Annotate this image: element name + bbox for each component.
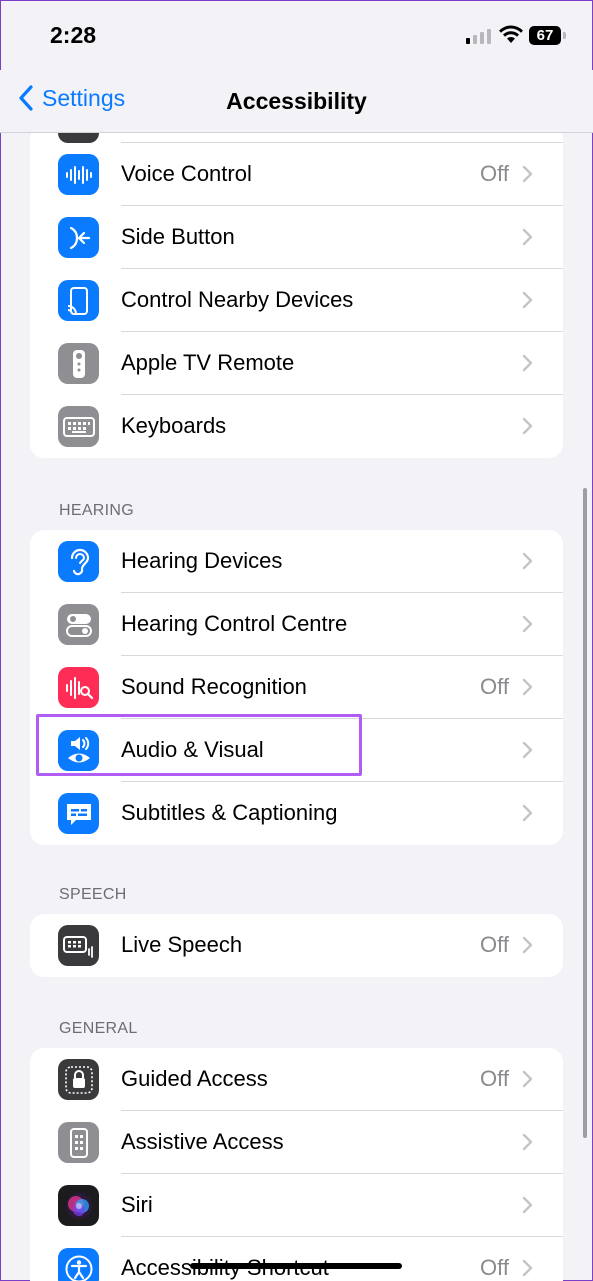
- accessibility-icon: [58, 1248, 99, 1281]
- siri-icon: [58, 1185, 99, 1226]
- row-label: Subtitles & Captioning: [121, 800, 338, 825]
- chevron-right-icon: [522, 1133, 533, 1151]
- chevron-right-icon: [522, 1259, 533, 1277]
- chevron-right-icon: [522, 417, 533, 435]
- hearing-group: Hearing Devices Hearing Control Centre S…: [30, 530, 563, 845]
- row-value: Off: [480, 1255, 509, 1280]
- battery-cap: [563, 32, 566, 39]
- list-item-side-button[interactable]: Side Button: [30, 206, 563, 269]
- list-item-assistive-access[interactable]: Assistive Access: [30, 1111, 563, 1174]
- battery-indicator: 67: [529, 26, 561, 45]
- row-label: Assistive Access: [121, 1129, 284, 1154]
- sound-recognition-icon: [58, 667, 99, 708]
- row-value: Off: [480, 1066, 509, 1091]
- chevron-right-icon: [522, 228, 533, 246]
- audio-visual-icon: [58, 730, 99, 771]
- keyboard-icon: [58, 406, 99, 447]
- captions-icon: [58, 793, 99, 834]
- page-title: Accessibility: [226, 88, 367, 114]
- chevron-right-icon: [522, 552, 533, 570]
- section-header-speech: SPEECH: [59, 886, 127, 903]
- row-label: Side Button: [121, 224, 235, 249]
- row-label: Guided Access: [121, 1066, 268, 1091]
- settings-list[interactable]: Voice Control Off Side Button Control Ne…: [0, 133, 593, 1281]
- chevron-right-icon: [522, 615, 533, 633]
- assistive-access-icon: [58, 1122, 99, 1163]
- row-label: Apple TV Remote: [121, 350, 295, 375]
- chevron-right-icon: [522, 804, 533, 822]
- scrollbar[interactable]: [583, 488, 587, 1138]
- section-header-general: GENERAL: [59, 1020, 138, 1037]
- chevron-right-icon: [522, 936, 533, 954]
- ear-icon: [58, 541, 99, 582]
- row-label: Keyboards: [121, 413, 227, 438]
- section-header-hearing: HEARING: [59, 502, 134, 519]
- home-indicator[interactable]: [190, 1263, 402, 1269]
- chevron-right-icon: [522, 1196, 533, 1214]
- side-button-icon: [58, 217, 99, 258]
- row-label: Siri: [121, 1192, 153, 1217]
- speech-group: Live Speech Off: [30, 914, 563, 977]
- row-value: Off: [480, 932, 509, 957]
- list-item-accessibility-shortcut[interactable]: Accessibility Shortcut Off: [30, 1237, 563, 1281]
- row-label: Control Nearby Devices: [121, 287, 354, 312]
- list-item-voice-control[interactable]: Voice Control Off: [30, 143, 563, 206]
- list-item-hearing-devices[interactable]: Hearing Devices: [30, 530, 563, 593]
- row-label: Voice Control: [121, 161, 252, 186]
- list-item-control-nearby-devices[interactable]: Control Nearby Devices: [30, 269, 563, 332]
- status-time: 2:28: [50, 22, 97, 48]
- row-label: Hearing Devices: [121, 548, 283, 573]
- wifi-icon: [499, 25, 523, 43]
- partial-row-icon: [58, 133, 99, 143]
- navigation-bar: Settings Accessibility: [0, 70, 593, 133]
- chevron-right-icon: [522, 291, 533, 309]
- list-item-audio-visual[interactable]: Audio & Visual: [30, 719, 563, 782]
- chevron-right-icon: [522, 165, 533, 183]
- lock-icon: [58, 1059, 99, 1100]
- row-value: Off: [480, 674, 509, 699]
- list-item-subtitles-captioning[interactable]: Subtitles & Captioning: [30, 782, 563, 845]
- list-item-live-speech[interactable]: Live Speech Off: [30, 914, 563, 977]
- row-label: Live Speech: [121, 932, 243, 957]
- list-item-hearing-control-centre[interactable]: Hearing Control Centre: [30, 593, 563, 656]
- row-label: Sound Recognition: [121, 674, 307, 699]
- list-item-sound-recognition[interactable]: Sound Recognition Off: [30, 656, 563, 719]
- row-value: Off: [480, 161, 509, 186]
- tv-remote-icon: [58, 343, 99, 384]
- chevron-right-icon: [522, 741, 533, 759]
- list-item-guided-access[interactable]: Guided Access Off: [30, 1048, 563, 1111]
- interaction-group: Voice Control Off Side Button Control Ne…: [30, 133, 563, 458]
- general-group: Guided Access Off Assistive Access Siri: [30, 1048, 563, 1281]
- list-item-siri[interactable]: Siri: [30, 1174, 563, 1237]
- list-item-apple-tv-remote[interactable]: Apple TV Remote: [30, 332, 563, 395]
- cellular-signal-icon: [466, 28, 491, 44]
- toggles-icon: [58, 604, 99, 645]
- voice-control-icon: [58, 154, 99, 195]
- chevron-right-icon: [522, 1070, 533, 1088]
- chevron-right-icon: [522, 678, 533, 696]
- status-bar: 2:28 67: [0, 0, 593, 70]
- row-label: Hearing Control Centre: [121, 611, 348, 636]
- list-item-partial[interactable]: [30, 133, 563, 143]
- live-speech-icon: [58, 925, 99, 966]
- list-item-keyboards[interactable]: Keyboards: [30, 395, 563, 458]
- row-label: Audio & Visual: [121, 737, 264, 762]
- nearby-devices-icon: [58, 280, 99, 321]
- chevron-right-icon: [522, 354, 533, 372]
